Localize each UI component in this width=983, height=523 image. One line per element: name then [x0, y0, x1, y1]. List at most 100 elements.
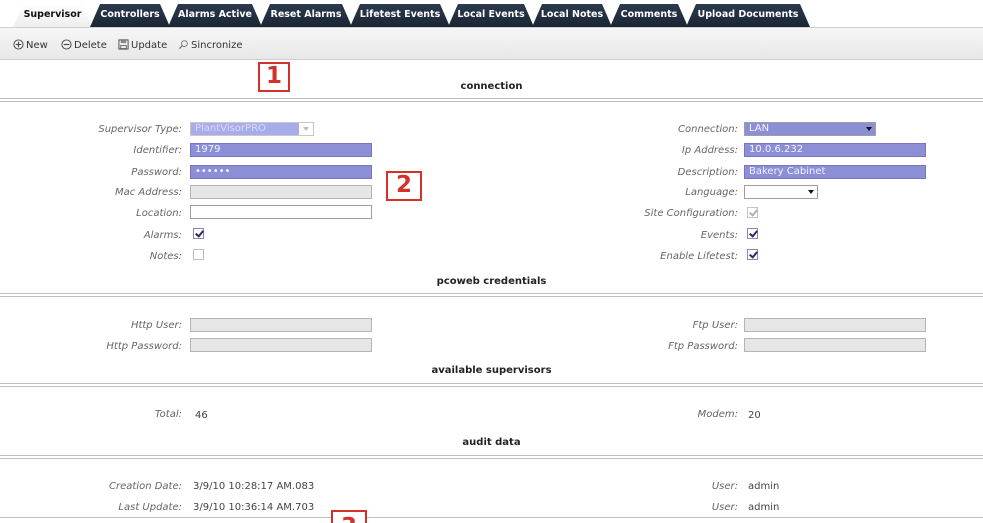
- alarms-label: Alarms:: [143, 230, 182, 241]
- identifier-field[interactable]: 1979: [190, 143, 372, 157]
- callout-marker-3: 3: [331, 510, 367, 523]
- chevron-down-icon: [866, 127, 872, 131]
- creation-date-value: 3/9/10 10:28:17 AM.083: [193, 481, 315, 492]
- description-label: Description:: [677, 167, 738, 178]
- site-configuration-label: Site Configuration:: [644, 208, 738, 219]
- mac-address-label: Mac Address:: [114, 187, 182, 198]
- last-update-value: 3/9/10 10:36:14 AM.703: [193, 502, 315, 513]
- tab-supervisor[interactable]: Supervisor: [13, 4, 92, 27]
- tab-alarms-active[interactable]: Alarms Active: [168, 4, 262, 27]
- chevron-down-icon: [808, 190, 814, 194]
- location-label: Location:: [136, 208, 182, 219]
- section-title-pcoweb-credentials: pcoweb credentials: [436, 276, 547, 287]
- tab-label: Local Events: [457, 9, 525, 20]
- site-configuration-checkbox[interactable]: [747, 207, 758, 218]
- ip-address-field[interactable]: 10.0.6.232: [744, 143, 926, 157]
- location-field[interactable]: [190, 205, 372, 219]
- plus-circle-icon: [13, 39, 24, 50]
- password-label: Password:: [131, 167, 182, 178]
- section-title-available-supervisors: available supervisors: [431, 365, 552, 376]
- events-label: Events:: [700, 230, 738, 241]
- divider: [0, 517, 983, 518]
- tab-bar: Supervisor Controllers Alarms Active Res…: [0, 0, 983, 27]
- connection-label: Connection:: [678, 124, 738, 135]
- section-title-connection: connection: [460, 81, 523, 92]
- tab-label: Upload Documents: [697, 9, 799, 20]
- creation-date-label: Creation Date:: [109, 481, 182, 492]
- tab-controllers[interactable]: Controllers: [90, 4, 170, 27]
- sync-magnifier-icon: [178, 40, 188, 50]
- http-password-field[interactable]: [190, 338, 372, 352]
- update-user-label: User:: [711, 502, 738, 513]
- update-button[interactable]: Update: [118, 39, 167, 53]
- new-label: New: [26, 40, 48, 51]
- supervisor-type-select[interactable]: PlantVisorPRO: [190, 122, 314, 136]
- alarms-checkbox[interactable]: [193, 228, 204, 239]
- creation-user-label: User:: [711, 481, 738, 492]
- chevron-down-icon: [303, 127, 309, 131]
- divider: [0, 383, 983, 384]
- tab-upload-documents[interactable]: Upload Documents: [686, 4, 810, 27]
- toolbar: New Delete Update Sincronize: [0, 27, 983, 60]
- delete-label: Delete: [74, 40, 107, 51]
- connection-value: LAN: [745, 123, 863, 135]
- tab-label: Alarms Active: [178, 9, 252, 20]
- events-checkbox[interactable]: [747, 228, 758, 239]
- save-disk-icon: [118, 39, 129, 50]
- total-label: Total:: [154, 409, 182, 420]
- language-label: Language:: [685, 187, 738, 198]
- divider: [0, 101, 983, 102]
- tab-label: Controllers: [100, 9, 160, 20]
- divider: [0, 293, 983, 294]
- supervisor-type-value: PlantVisorPRO: [191, 123, 299, 135]
- connection-select[interactable]: LAN: [744, 122, 876, 136]
- http-user-field[interactable]: [190, 318, 372, 332]
- notes-checkbox[interactable]: [193, 249, 204, 260]
- callout-marker-2: 2: [386, 171, 422, 201]
- enable-lifetest-label: Enable Lifetest:: [660, 251, 738, 262]
- http-user-label: Http User:: [130, 320, 182, 331]
- notes-label: Notes:: [149, 251, 182, 262]
- http-password-label: Http Password:: [106, 341, 182, 352]
- ftp-password-field[interactable]: [744, 338, 926, 352]
- modem-value: 20: [748, 410, 761, 421]
- update-user-value: admin: [748, 502, 780, 513]
- ip-address-label: Ip Address:: [681, 145, 738, 156]
- last-update-label: Last Update:: [118, 502, 182, 513]
- tab-label: Comments: [620, 9, 678, 20]
- enable-lifetest-checkbox[interactable]: [747, 249, 758, 260]
- update-label: Update: [131, 40, 168, 51]
- tab-label: Reset Alarms: [270, 9, 342, 20]
- mac-address-field[interactable]: [190, 185, 372, 199]
- total-value: 46: [195, 410, 208, 421]
- tab-local-events[interactable]: Local Events: [448, 4, 534, 27]
- identifier-label: Identifier:: [133, 145, 182, 156]
- tab-comments[interactable]: Comments: [610, 4, 688, 27]
- ftp-user-label: Ftp User:: [692, 320, 738, 331]
- tab-lifetest-events[interactable]: Lifetest Events: [350, 4, 450, 27]
- delete-button[interactable]: Delete: [61, 39, 107, 53]
- tab-label: Local Notes: [540, 9, 604, 20]
- new-button[interactable]: New: [13, 39, 48, 53]
- modem-label: Modem:: [697, 409, 738, 420]
- ftp-password-label: Ftp Password:: [668, 341, 738, 352]
- divider: [0, 296, 983, 297]
- divider: [0, 458, 983, 459]
- language-select[interactable]: [744, 185, 818, 199]
- tab-local-notes[interactable]: Local Notes: [532, 4, 612, 27]
- divider: [0, 455, 983, 456]
- sincronize-label: Sincronize: [191, 40, 243, 51]
- tab-reset-alarms[interactable]: Reset Alarms: [260, 4, 352, 27]
- ftp-user-field[interactable]: [744, 318, 926, 332]
- tab-label: Supervisor: [23, 9, 82, 20]
- divider: [0, 386, 983, 387]
- creation-user-value: admin: [748, 481, 780, 492]
- password-field[interactable]: ••••••: [190, 165, 372, 179]
- section-title-audit-data: audit data: [462, 437, 521, 448]
- divider: [0, 98, 983, 99]
- description-field[interactable]: Bakery Cabinet: [744, 165, 926, 179]
- minus-circle-icon: [61, 39, 72, 50]
- tab-label: Lifetest Events: [359, 9, 441, 20]
- supervisor-type-label: Supervisor Type:: [98, 124, 182, 135]
- sincronize-button[interactable]: Sincronize: [178, 39, 243, 53]
